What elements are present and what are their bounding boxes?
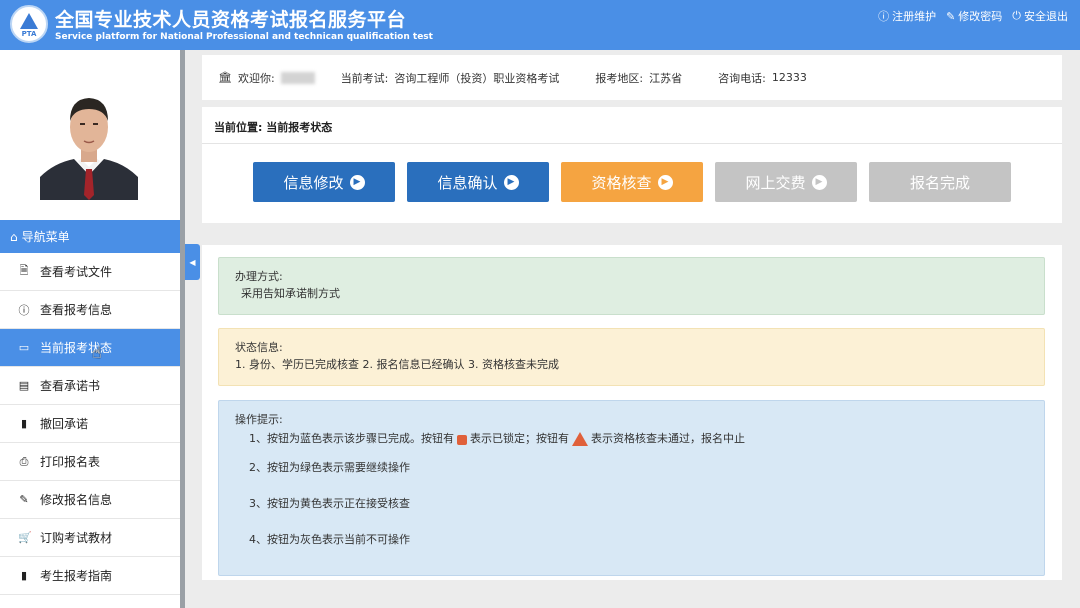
edit-icon: ✎ bbox=[946, 9, 956, 23]
sidebar-item-registration-info[interactable]: ⓘ 查看报考信息 bbox=[0, 291, 180, 329]
sidebar-item-exam-files[interactable]: 🗎 查看考试文件 bbox=[0, 253, 180, 291]
step-info-confirm-button[interactable]: 信息确认 ▶ bbox=[407, 162, 549, 202]
sidebar-item-withdraw-commitment[interactable]: ▮ 撤回承诺 bbox=[0, 405, 180, 443]
hints-title: 操作提示: bbox=[235, 413, 283, 426]
nav-menu-header: ⌂ 导航菜单 bbox=[0, 220, 180, 253]
status-value: 1. 身份、学历已完成核查 2. 报名信息已经确认 3. 资格核查未完成 bbox=[235, 358, 559, 371]
step-registration-complete-button[interactable]: 报名完成 bbox=[869, 162, 1011, 202]
card-icon: ▤ bbox=[18, 379, 30, 392]
arrow-right-icon: ▶ bbox=[503, 174, 519, 190]
site-title: 全国专业技术人员资格考试报名服务平台 bbox=[55, 9, 407, 31]
phone-value: 12333 bbox=[771, 71, 807, 84]
hint-line-4: 4、按钮为灰色表示当前不可操作 bbox=[249, 533, 410, 546]
monitor-icon: ▭ bbox=[18, 341, 30, 354]
power-icon: ⏻ bbox=[1012, 9, 1021, 22]
sidebar-item-current-status[interactable]: ▭ 当前报考状态 ☝ bbox=[0, 329, 180, 367]
hint-line-2: 2、按钮为绿色表示需要继续操作 bbox=[249, 461, 410, 474]
exam-value: 咨询工程师（投资）职业资格考试 bbox=[394, 71, 560, 85]
hand-cursor-icon: ☝ bbox=[92, 343, 102, 362]
sidebar-scrollbar[interactable] bbox=[180, 50, 185, 608]
print-icon: ⎙ bbox=[19, 454, 29, 468]
top-links: ⓘ 注册维护 ✎ 修改密码 ⏻ 安全退出 bbox=[878, 8, 1068, 24]
method-box: 办理方式: 采用告知承诺制方式 bbox=[218, 257, 1045, 315]
arrow-right-icon: ▶ bbox=[657, 174, 673, 190]
cart-icon: 🛒 bbox=[18, 531, 32, 544]
sidebar: ⌂ 导航菜单 🗎 查看考试文件 ⓘ 查看报考信息 ▭ 当前报考状态 ☝ ▤ 查看… bbox=[0, 50, 180, 608]
register-maintain-link[interactable]: ⓘ 注册维护 bbox=[878, 8, 936, 24]
sidebar-item-order-textbooks[interactable]: 🛒 订购考试教材 bbox=[0, 519, 180, 557]
sidebar-item-edit-registration[interactable]: ✎ 修改报名信息 bbox=[0, 481, 180, 519]
step-qualification-check-button[interactable]: 资格核查 ▶ bbox=[561, 162, 703, 202]
pta-logo: PTA bbox=[10, 5, 48, 43]
region-value: 江苏省 bbox=[649, 71, 683, 85]
lock-icon bbox=[457, 435, 467, 445]
hint-line-1a: 1、按钮为蓝色表示该步骤已完成。按钮有 bbox=[249, 432, 454, 445]
region-label: 报考地区: bbox=[595, 71, 644, 85]
home-icon: ⌂ bbox=[10, 229, 18, 244]
arrow-right-icon: ▶ bbox=[349, 174, 365, 190]
warning-icon bbox=[572, 432, 588, 446]
breadcrumb: 当前位置: 当前报考状态 bbox=[214, 121, 333, 134]
method-title: 办理方式: bbox=[235, 270, 283, 283]
info-icon: ⓘ bbox=[18, 303, 30, 317]
welcome-label: 欢迎你: bbox=[237, 71, 275, 85]
nav-list: 🗎 查看考试文件 ⓘ 查看报考信息 ▭ 当前报考状态 ☝ ▤ 查看承诺书 ▮ 撤… bbox=[0, 253, 180, 595]
status-content-panel: 办理方式: 采用告知承诺制方式 状态信息: 1. 身份、学历已完成核查 2. 报… bbox=[202, 245, 1062, 580]
sidebar-item-commitment-letter[interactable]: ▤ 查看承诺书 bbox=[0, 367, 180, 405]
header-bar: PTA 全国专业技术人员资格考试报名服务平台 Service platform … bbox=[0, 0, 1080, 50]
arrow-right-icon: ▶ bbox=[811, 174, 827, 190]
status-box: 状态信息: 1. 身份、学历已完成核查 2. 报名信息已经确认 3. 资格核查未… bbox=[218, 328, 1045, 386]
document-icon: 🗎 bbox=[19, 264, 29, 277]
hint-line-3: 3、按钮为黄色表示正在接受核查 bbox=[249, 497, 410, 510]
exam-label: 当前考试: bbox=[340, 71, 389, 85]
book-icon: ▮ bbox=[20, 417, 28, 430]
divider bbox=[202, 143, 1062, 144]
user-info-bar: 🏛 欢迎你: 当前考试: 咨询工程师（投资）职业资格考试 报考地区: 江苏省 咨… bbox=[202, 55, 1062, 100]
step-online-payment-button[interactable]: 网上交费 ▶ bbox=[715, 162, 857, 202]
phone-label: 咨询电话: bbox=[718, 71, 766, 85]
method-value: 采用告知承诺制方式 bbox=[241, 287, 340, 300]
chevron-left-icon: ◀ bbox=[189, 257, 196, 267]
blurred-username bbox=[280, 71, 315, 84]
logout-link[interactable]: ⏻ 安全退出 bbox=[1012, 8, 1068, 24]
book-icon: ▮ bbox=[20, 569, 28, 582]
change-password-link[interactable]: ✎ 修改密码 bbox=[946, 8, 1002, 24]
avatar bbox=[40, 85, 138, 200]
info-icon: ⓘ bbox=[878, 10, 890, 23]
collapse-sidebar-button[interactable]: ◀ bbox=[185, 244, 200, 280]
step-info-edit-button[interactable]: 信息修改 ▶ bbox=[253, 162, 395, 202]
sidebar-item-print-form[interactable]: ⎙ 打印报名表 bbox=[0, 443, 180, 481]
hint-line-1c: 表示资格核查未通过，报名中止 bbox=[591, 432, 745, 445]
steps-panel: 当前位置: 当前报考状态 信息修改 ▶ 信息确认 ▶ 资格核查 ▶ 网上交费 ▶… bbox=[202, 107, 1062, 223]
hint-line-1b: 表示已锁定；按钮有 bbox=[470, 432, 569, 445]
sidebar-item-exam-guide[interactable]: ▮ 考生报考指南 bbox=[0, 557, 180, 595]
status-title: 状态信息: bbox=[235, 341, 283, 354]
bank-icon: 🏛 bbox=[218, 71, 232, 84]
hints-box: 操作提示: 1、按钮为蓝色表示该步骤已完成。按钮有 表示已锁定；按钮有 表示资格… bbox=[218, 400, 1045, 576]
edit-icon: ✎ bbox=[19, 493, 29, 506]
site-subtitle: Service platform for National Profession… bbox=[55, 32, 433, 42]
